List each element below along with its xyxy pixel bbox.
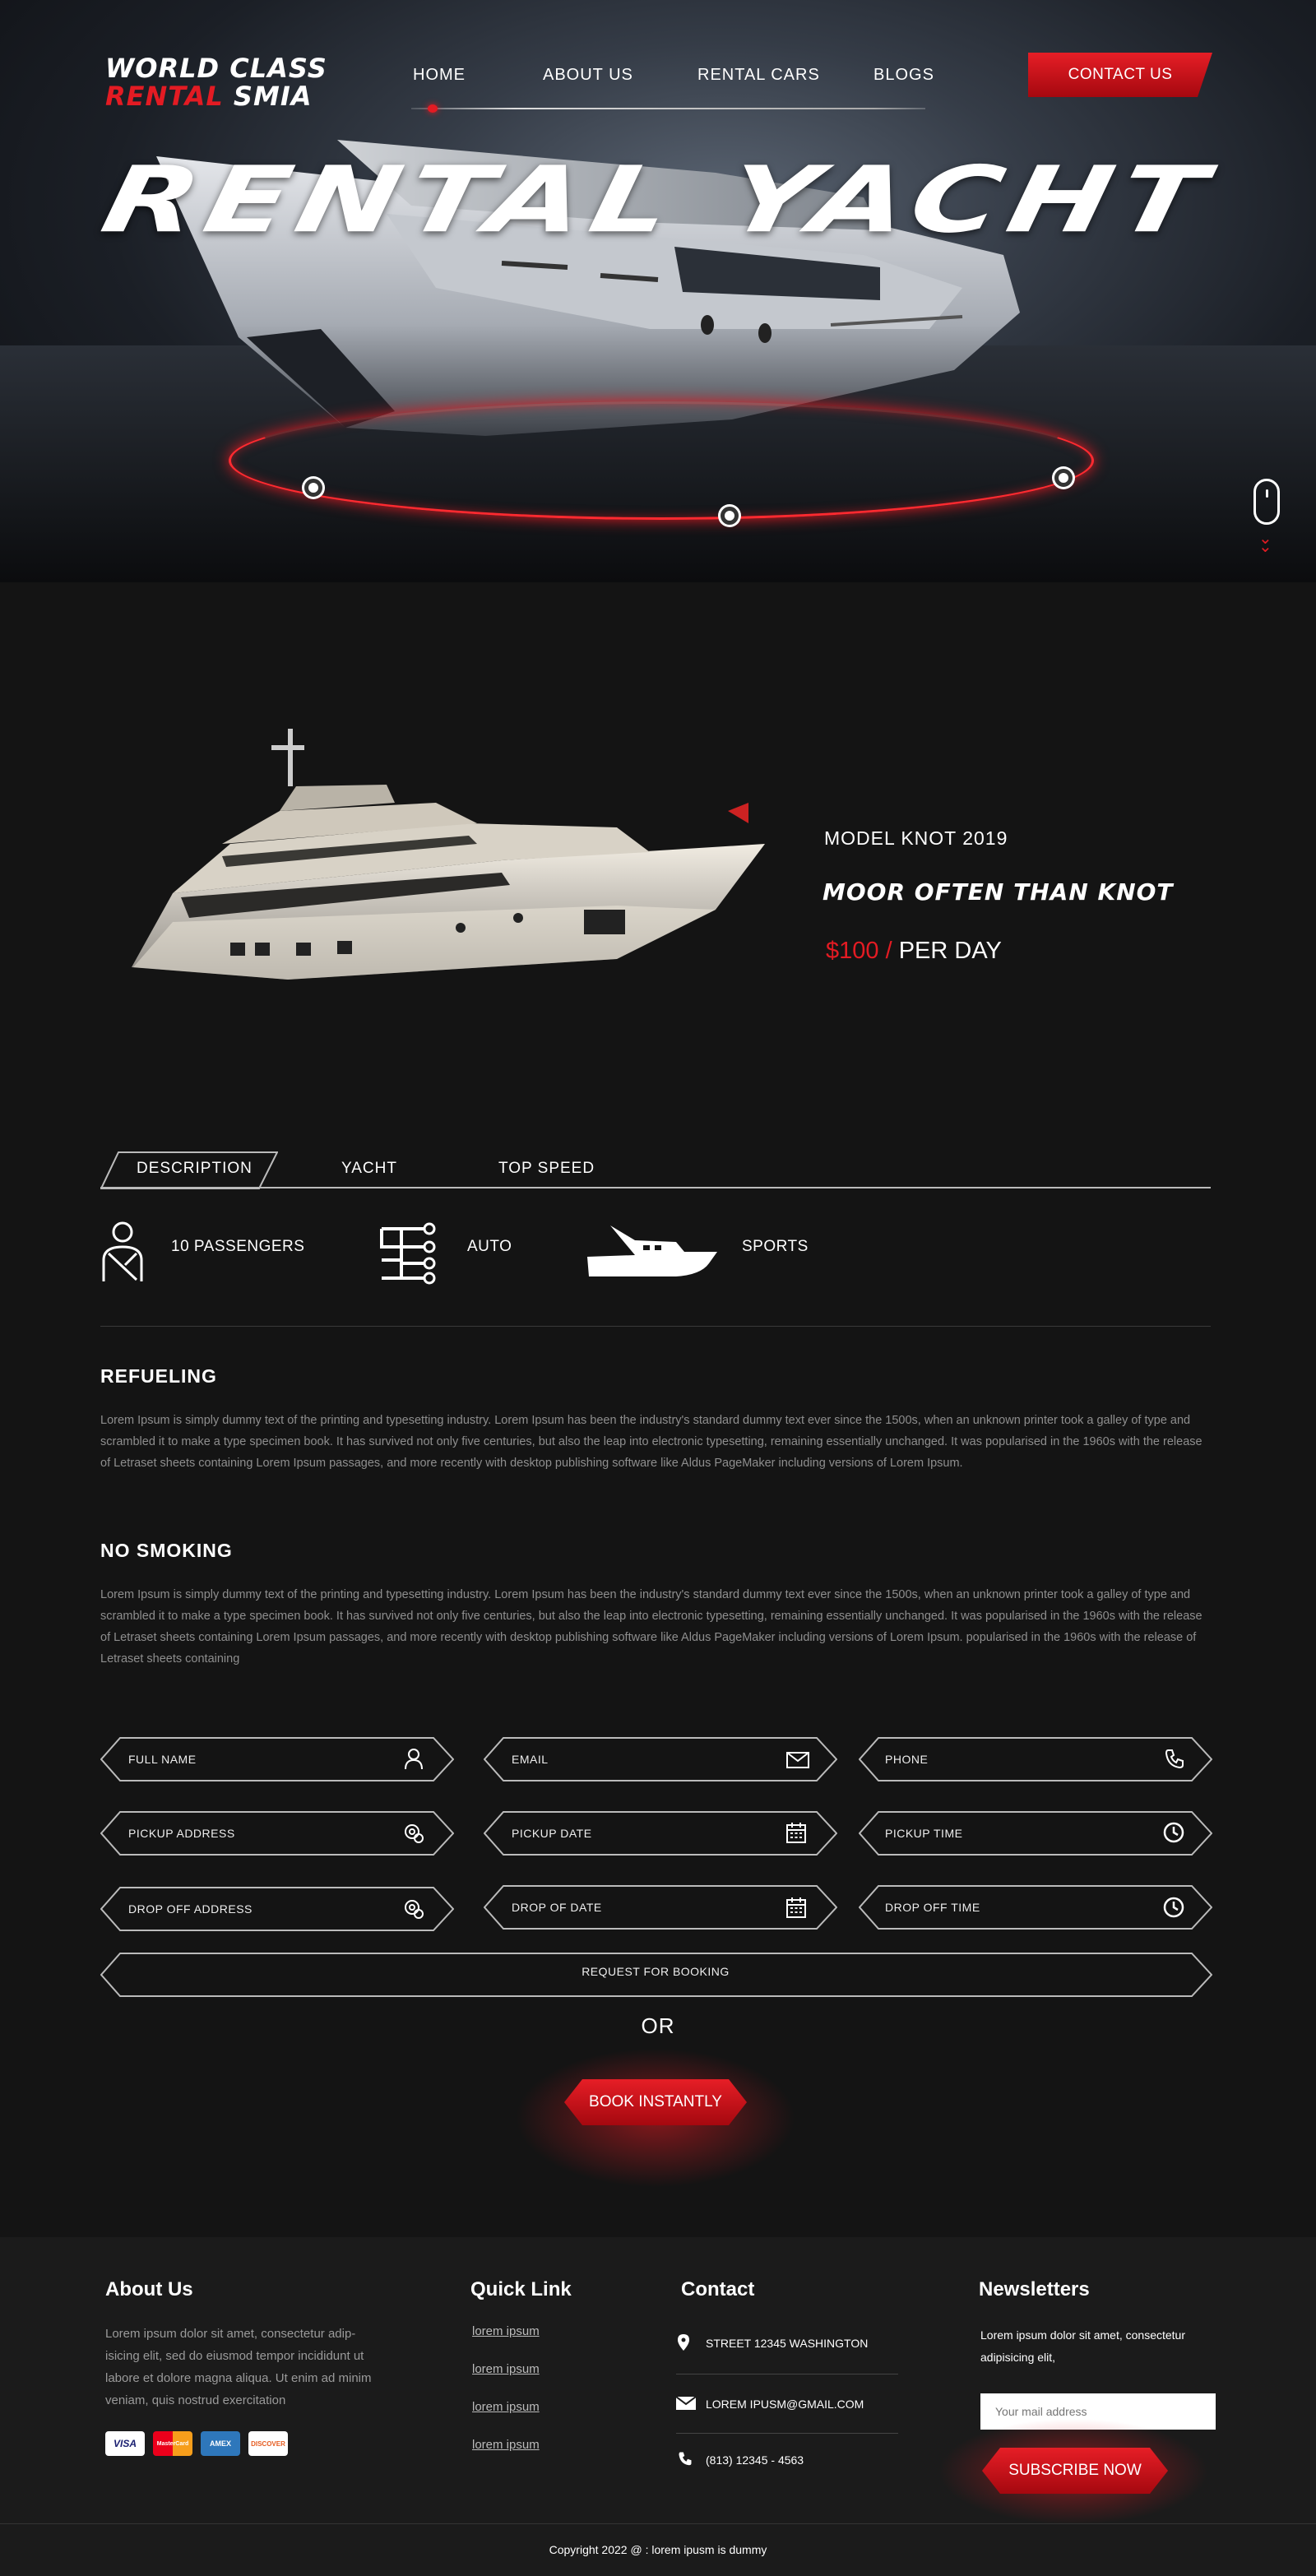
drop-off-date-label: DROP OF DATE [512, 1901, 602, 1914]
footer-about-title: About Us [105, 2278, 193, 2300]
book-instantly-button[interactable]: BOOK INSTANTLY [564, 2079, 747, 2125]
transmission-icon [380, 1222, 436, 1285]
feature-passengers: 10 PASSENGERS [171, 1238, 305, 1255]
slider-dot-1[interactable] [304, 479, 322, 497]
nav-rental-cars[interactable]: RENTAL CARS [697, 66, 820, 85]
pickup-time-label: PICKUP TIME [885, 1827, 963, 1840]
footer-news-title: Newsletters [979, 2278, 1090, 2300]
quick-link-1[interactable]: lorem ipsum [472, 2324, 540, 2338]
subscribe-button[interactable]: SUBSCRIBE NOW [982, 2448, 1168, 2494]
slider-dot-3[interactable] [1054, 469, 1073, 487]
phone-label: PHONE [885, 1753, 929, 1766]
contact-address: STREET 12345 WASHINGTON [706, 2337, 869, 2350]
page: WORLD CLASS RENTAL SMIA HOME ABOUT US RE… [0, 0, 1316, 2576]
drop-off-time-label: DROP OFF TIME [885, 1901, 980, 1914]
price-unit: PER DAY [898, 938, 1002, 964]
hero-title: RENTAL YACHT [93, 146, 1223, 253]
email-label: EMAIL [512, 1753, 549, 1766]
full-name-label: FULL NAME [128, 1753, 197, 1766]
tab-description[interactable]: DESCRIPTION [137, 1160, 253, 1178]
pickup-address-label: PICKUP ADDRESS [128, 1827, 235, 1840]
location-icon [405, 1900, 424, 1919]
contact-email[interactable]: LOREM IPUSM@GMAIL.COM [706, 2398, 864, 2411]
envelope-icon [786, 1752, 809, 1768]
nav-home[interactable]: HOME [413, 66, 466, 85]
footer-quick-title: Quick Link [470, 2278, 572, 2300]
payment-cards: VISA MasterCard AMEX DISCOVER [105, 2431, 296, 2456]
site-logo[interactable]: WORLD CLASS RENTAL SMIA [105, 54, 327, 110]
section-divider [100, 1326, 1211, 1327]
quick-link-3[interactable]: lorem ipsum [472, 2400, 540, 2414]
section-title-no-smoking: NO SMOKING [100, 1540, 233, 1561]
section-text-no-smoking: Lorem Ipsum is simply dummy text of the … [100, 1588, 1202, 1666]
tab-yacht[interactable]: YACHT [341, 1160, 397, 1178]
logo-line1: WORLD CLASS [105, 53, 327, 84]
clock-icon [1163, 1822, 1184, 1843]
footer-about-text: Lorem ipsum dolor sit amet, consectetur … [105, 2327, 372, 2407]
pickup-date-label: PICKUP DATE [512, 1827, 592, 1840]
calendar-icon [786, 1823, 806, 1843]
phone-icon [679, 2452, 692, 2466]
chevron-down-icon[interactable]: ⌄ ⌄ [1258, 530, 1272, 555]
footer-news-text: Lorem ipsum dolor sit amet, consectetur … [980, 2328, 1185, 2364]
feature-transmission: AUTO [467, 1238, 512, 1255]
quick-link-4[interactable]: lorem ipsum [472, 2438, 540, 2452]
logo-smia: SMIA [233, 81, 313, 112]
hero-banner: WORLD CLASS RENTAL SMIA HOME ABOUT US RE… [0, 0, 1316, 582]
nav-underline [411, 108, 925, 109]
user-icon [405, 1749, 423, 1770]
location-pin-icon [678, 2334, 689, 2351]
mastercard-icon: MasterCard [153, 2431, 192, 2456]
price-amount: $100 / [826, 938, 892, 964]
copyright: Copyright 2022 @ : lorem ipusm is dummy [549, 2543, 767, 2556]
price: $100 / PER DAY [826, 938, 1002, 965]
drop-off-address-label: DROP OFF ADDRESS [128, 1902, 253, 1916]
mail-icon [676, 2397, 696, 2410]
scroll-mouse-icon[interactable] [1253, 479, 1280, 525]
hero-ring-decoration [229, 401, 1094, 520]
section-title-refueling: REFUELING [100, 1365, 217, 1387]
calendar-icon [786, 1897, 806, 1918]
speedboat-icon [587, 1225, 717, 1276]
tab-top-speed[interactable]: TOP SPEED [498, 1160, 595, 1178]
product-yacht-image [132, 729, 765, 980]
product-tagline: MOOR OFTEN THAN KNOT [822, 878, 1174, 906]
clock-icon [1163, 1897, 1184, 1918]
slider-dot-2[interactable] [721, 507, 739, 525]
section-text-refueling: Lorem Ipsum is simply dummy text of the … [100, 1414, 1202, 1470]
copyright-divider [0, 2523, 1316, 2524]
contact-separator [676, 2433, 898, 2434]
contact-phone[interactable]: (813) 12345 - 4563 [706, 2453, 804, 2467]
footer-contact-title: Contact [681, 2278, 755, 2300]
logo-rental: RENTAL [105, 81, 224, 112]
nav-about-us[interactable]: ABOUT US [543, 66, 633, 85]
or-separator: OR [641, 2013, 675, 2038]
location-icon [405, 1824, 424, 1843]
phone-icon [1165, 1749, 1184, 1768]
quick-link-2[interactable]: lorem ipsum [472, 2362, 540, 2376]
contact-us-button[interactable]: CONTACT US [1028, 53, 1212, 97]
nav-active-indicator [428, 104, 438, 113]
discover-icon: DISCOVER [248, 2431, 288, 2456]
amex-icon: AMEX [201, 2431, 240, 2456]
model-name: MODEL KNOT 2019 [824, 827, 1008, 849]
passenger-icon [102, 1221, 143, 1281]
visa-icon: VISA [105, 2431, 145, 2456]
request-booking-label: REQUEST FOR BOOKING [582, 1965, 730, 1978]
nav-blogs[interactable]: BLOGS [873, 66, 934, 85]
tabs-underline [100, 1187, 1211, 1188]
feature-type: SPORTS [742, 1238, 809, 1255]
